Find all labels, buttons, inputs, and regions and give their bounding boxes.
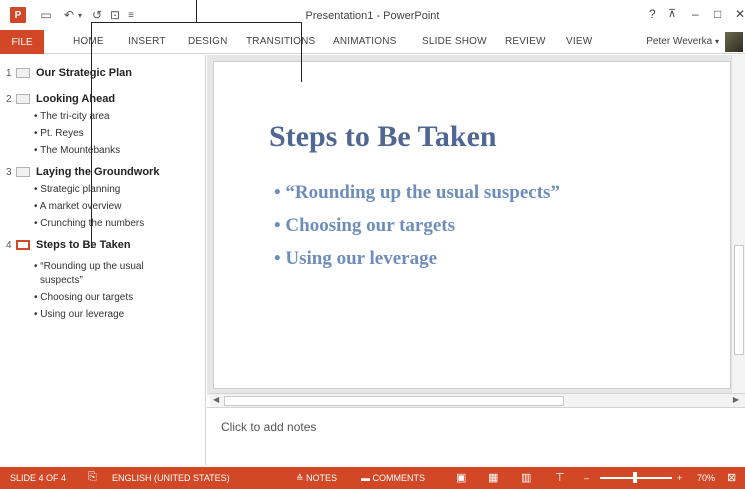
tab-insert[interactable]: INSERT: [128, 36, 166, 47]
slide-icon: [16, 68, 30, 78]
tab-slide-show[interactable]: SLIDE SHOW: [422, 36, 487, 47]
tab-file[interactable]: FILE: [0, 30, 44, 54]
zoom-in-button[interactable]: +: [677, 473, 682, 483]
slide-bullet[interactable]: • Choosing our targets: [274, 215, 455, 237]
chevron-down-icon: ▾: [714, 37, 719, 46]
slide-canvas[interactable]: Steps to Be Taken • “Rounding up the usu…: [213, 61, 731, 389]
callout-line: [301, 22, 302, 82]
slide-icon: [16, 94, 30, 104]
slide-counter: SLIDE 4 OF 4: [10, 473, 67, 483]
notes-pane[interactable]: Click to add notes: [207, 407, 745, 465]
horizontal-scrollbar[interactable]: ◀ ▶: [210, 393, 745, 407]
slide-title[interactable]: Steps to Be Taken: [36, 239, 131, 251]
outline-slide-1[interactable]: 1 Our Strategic Plan: [6, 67, 132, 79]
horizontal-scroll-thumb[interactable]: [224, 396, 564, 406]
slide-sorter-icon[interactable]: ▦: [488, 471, 498, 484]
language-indicator[interactable]: ENGLISH (UNITED STATES): [112, 473, 230, 483]
user-name: Peter Weverka: [646, 36, 713, 47]
spelling-check-icon[interactable]: ⎘: [88, 471, 97, 484]
zoom-out-button[interactable]: –: [584, 473, 589, 483]
callout-line: [91, 22, 92, 248]
callout-line: [196, 0, 197, 23]
tab-review[interactable]: REVIEW: [505, 36, 546, 47]
tab-design[interactable]: DESIGN: [188, 36, 228, 47]
ribbon-display-options-icon[interactable]: ⊼: [668, 7, 676, 20]
minimize-button[interactable]: –: [692, 7, 699, 21]
slide-title[interactable]: Looking Ahead: [36, 93, 115, 105]
tab-animations[interactable]: ANIMATIONS: [333, 36, 396, 47]
outline-slide-2[interactable]: 2 Looking Ahead: [6, 93, 115, 105]
window-title: Presentation1 - PowerPoint: [305, 10, 440, 22]
outline-bullet[interactable]: • “Rounding up the usual: [34, 261, 144, 272]
slide-title[interactable]: Our Strategic Plan: [36, 67, 132, 79]
slide-editing-area: Steps to Be Taken • “Rounding up the usu…: [207, 55, 745, 395]
normal-view-icon[interactable]: ▣: [456, 471, 466, 484]
outline-bullet[interactable]: • Crunching the numbers: [34, 218, 144, 229]
zoom-slider-thumb[interactable]: [633, 472, 637, 483]
help-button[interactable]: ?: [649, 7, 656, 21]
scroll-left-icon[interactable]: ◀: [213, 395, 219, 404]
fit-slide-icon[interactable]: ⊠: [727, 471, 736, 484]
outline-bullet[interactable]: • The Mountebanks: [34, 145, 120, 156]
outline-bullet[interactable]: • The tri-city area: [34, 111, 110, 122]
outline-slide-4[interactable]: 4 Steps to Be Taken: [6, 239, 131, 251]
slide-number: 1: [6, 67, 12, 79]
slide-number: 2: [6, 93, 12, 105]
slide-number: 4: [6, 239, 12, 251]
slide-show-icon[interactable]: ⊤: [555, 471, 565, 484]
notes-toggle-button[interactable]: ≙ NOTES: [296, 473, 337, 484]
close-button[interactable]: ✕: [735, 7, 745, 21]
slide-icon: [16, 167, 30, 177]
comments-toggle-button[interactable]: ▬ COMMENTS: [361, 473, 425, 483]
reading-view-icon[interactable]: ▥: [521, 471, 531, 484]
slide-bullet[interactable]: • Using our leverage: [274, 248, 437, 270]
slide-heading[interactable]: Steps to Be Taken: [269, 120, 497, 154]
user-account[interactable]: Peter Weverka ▾: [646, 36, 719, 47]
slide-number: 3: [6, 166, 12, 178]
vertical-scroll-thumb[interactable]: [734, 245, 744, 355]
tab-view[interactable]: VIEW: [566, 36, 592, 47]
slide-title[interactable]: Laying the Groundwork: [36, 166, 159, 178]
outline-bullet[interactable]: • Strategic planning: [34, 184, 120, 195]
notes-placeholder[interactable]: Click to add notes: [221, 420, 316, 434]
title-bar: P ▭ ↶ ▾ ↺ ⊡ ≡ Presentation1 - PowerPoint…: [0, 0, 745, 30]
outline-slide-3[interactable]: 3 Laying the Groundwork: [6, 166, 159, 178]
slide-icon: [16, 240, 30, 250]
outline-bullet-continued[interactable]: suspects”: [40, 275, 83, 286]
outline-bullet[interactable]: • Pt. Reyes: [34, 128, 84, 139]
outline-bullet[interactable]: • Choosing our targets: [34, 292, 133, 303]
ribbon-tabs: FILE HOME INSERT DESIGN TRANSITIONS ANIM…: [0, 30, 745, 54]
vertical-scrollbar[interactable]: [731, 55, 745, 395]
zoom-level[interactable]: 70%: [697, 473, 715, 483]
outline-pane[interactable]: 1 Our Strategic Plan 2 Looking Ahead • T…: [0, 55, 206, 465]
tab-home[interactable]: HOME: [73, 36, 104, 47]
scroll-right-icon[interactable]: ▶: [733, 395, 739, 404]
slide-bullet[interactable]: • “Rounding up the usual suspects”: [274, 182, 560, 204]
status-bar: SLIDE 4 OF 4 ⎘ ENGLISH (UNITED STATES) ≙…: [0, 467, 745, 489]
avatar[interactable]: [725, 32, 743, 52]
maximize-button[interactable]: □: [714, 7, 721, 21]
tab-transitions[interactable]: TRANSITIONS: [246, 36, 315, 47]
outline-bullet[interactable]: • A market overview: [34, 201, 121, 212]
outline-bullet[interactable]: • Using our leverage: [34, 309, 124, 320]
